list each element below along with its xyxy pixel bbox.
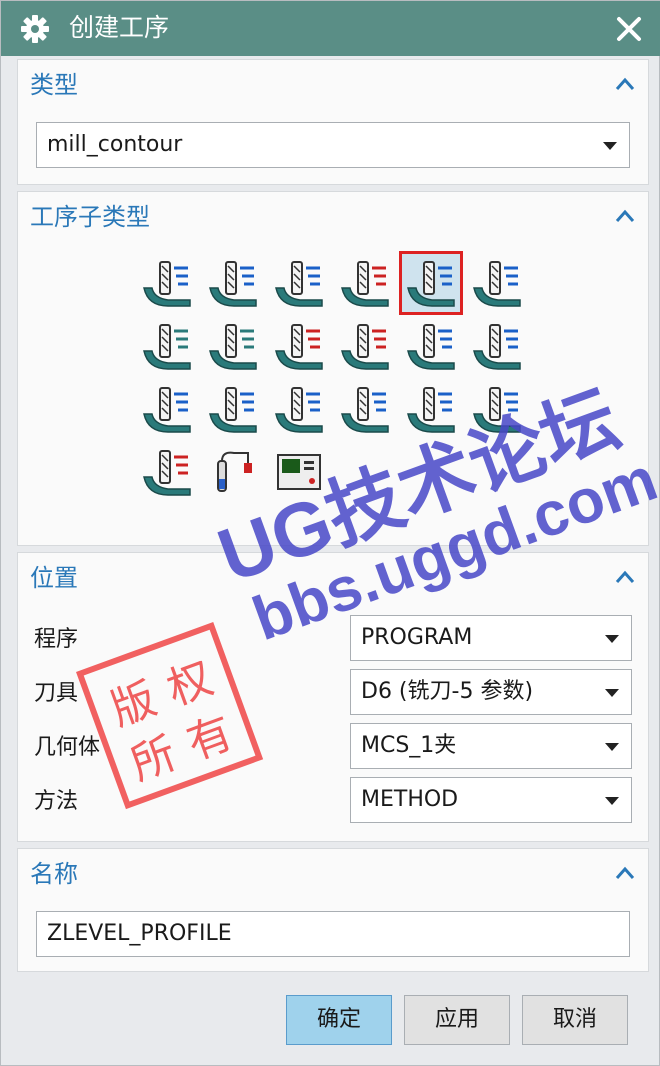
program-label: 程序	[34, 627, 79, 652]
ok-button[interactable]: 确定	[286, 995, 392, 1045]
method-dropdown[interactable]: METHOD	[350, 777, 632, 823]
subtype-panel: 工序子类型	[17, 191, 649, 546]
title-bar[interactable]: 创建工序	[1, 1, 660, 56]
type-dropdown-value: mill_contour	[47, 132, 183, 157]
type-dropdown[interactable]: mill_contour	[36, 122, 630, 168]
name-input-value: ZLEVEL_PROFILE	[47, 921, 232, 946]
corner-rough-icon[interactable]	[336, 254, 394, 312]
chevron-up-icon[interactable]	[614, 567, 636, 589]
program-value: PROGRAM	[361, 625, 473, 650]
create-operation-dialog: 创建工序 类型 mill_contour 工序子类型 位置 程序 PROGRAM	[0, 0, 660, 1066]
chevron-up-icon[interactable]	[614, 74, 636, 96]
geometry-dropdown[interactable]: MCS_1夹	[350, 723, 632, 769]
tool-dropdown[interactable]: D6 (铣刀-5 参数)	[350, 669, 632, 715]
profile-3d-icon[interactable]	[468, 380, 526, 438]
tool-label: 刀具	[34, 681, 79, 706]
zlevel-profile-icon[interactable]	[468, 254, 526, 312]
close-icon[interactable]	[613, 13, 645, 45]
geometry-label: 几何体	[34, 735, 101, 760]
tool-value: D6 (铣刀-5 参数)	[361, 679, 534, 704]
contour-area-non-steep-icon[interactable]	[468, 317, 526, 375]
cavity-mill-icon[interactable]	[138, 254, 196, 312]
flowcut-ref-tool-icon[interactable]	[336, 380, 394, 438]
contour-surface-area-icon[interactable]	[336, 317, 394, 375]
geometry-value: MCS_1夹	[361, 733, 457, 758]
chevron-down-icon	[605, 743, 619, 751]
flowcut-multiple-icon[interactable]	[270, 380, 328, 438]
chevron-down-icon	[605, 635, 619, 643]
adaptive-milling-icon[interactable]	[204, 254, 262, 312]
apply-button[interactable]: 应用	[404, 995, 510, 1045]
mill-user-icon[interactable]	[204, 443, 262, 501]
chevron-up-icon[interactable]	[614, 206, 636, 228]
mill-control-icon[interactable]	[270, 443, 328, 501]
flowcut-single-icon[interactable]	[204, 380, 262, 438]
method-value: METHOD	[361, 787, 459, 812]
contour-text-icon[interactable]	[138, 443, 196, 501]
type-panel: 类型 mill_contour	[17, 59, 649, 185]
location-panel: 位置 程序 PROGRAM 刀具 D6 (铣刀-5 参数) 几何体 MCS_1夹…	[17, 552, 649, 842]
contour-area-icon[interactable]	[270, 317, 328, 375]
name-input[interactable]: ZLEVEL_PROFILE	[36, 911, 630, 957]
program-dropdown[interactable]: PROGRAM	[350, 615, 632, 661]
chevron-down-icon	[605, 797, 619, 805]
type-section-title: 类型	[30, 71, 78, 99]
rest-milling-icon[interactable]	[402, 254, 460, 312]
solid-profile-3d-icon[interactable]	[402, 380, 460, 438]
cancel-button[interactable]: 取消	[522, 995, 628, 1045]
chevron-down-icon	[605, 689, 619, 697]
name-panel: 名称 ZLEVEL_PROFILE	[17, 848, 649, 972]
streamline-icon[interactable]	[402, 317, 460, 375]
location-section-title: 位置	[30, 564, 78, 592]
subtype-section-title: 工序子类型	[30, 203, 150, 231]
method-label: 方法	[34, 789, 79, 814]
zlevel-corner-icon[interactable]	[138, 317, 196, 375]
plunge-milling-icon[interactable]	[270, 254, 328, 312]
dialog-title: 创建工序	[69, 13, 170, 42]
fixed-contour-icon[interactable]	[204, 317, 262, 375]
chevron-up-icon[interactable]	[614, 863, 636, 885]
chevron-down-icon	[603, 142, 617, 150]
contour-area-dir-steep-icon[interactable]	[138, 380, 196, 438]
gear-icon	[21, 15, 49, 43]
name-section-title: 名称	[30, 860, 78, 888]
